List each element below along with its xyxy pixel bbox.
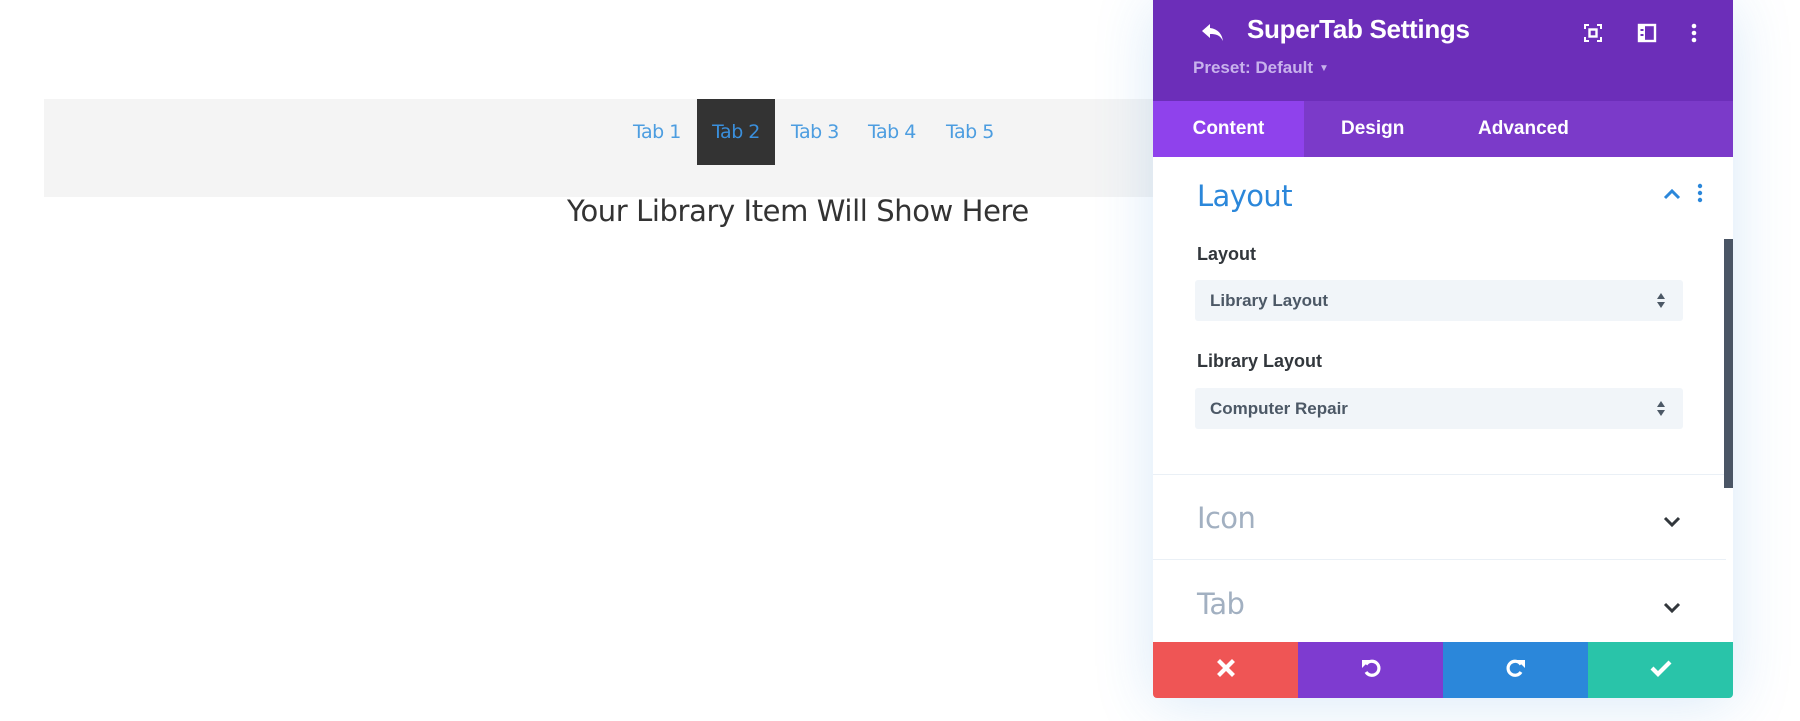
panel-footer [1153, 642, 1733, 698]
tab-advanced[interactable]: Advanced [1478, 101, 1569, 157]
field-label-library-layout: Library Layout [1197, 351, 1323, 371]
section-title-icon[interactable]: Icon [1197, 501, 1256, 535]
save-button[interactable] [1588, 642, 1733, 698]
panel-scrollbar[interactable] [1724, 239, 1733, 488]
preview-tab-4[interactable]: Tab 4 [868, 99, 916, 165]
undo-button[interactable] [1298, 642, 1443, 698]
select-arrows-icon [1656, 292, 1666, 309]
section-divider [1153, 474, 1726, 475]
library-layout-select[interactable]: Computer Repair [1195, 388, 1683, 429]
tab-content[interactable]: Content [1153, 101, 1304, 157]
field-label-layout: Layout [1197, 244, 1257, 264]
redo-icon [1505, 657, 1527, 684]
tab-design[interactable]: Design [1341, 101, 1404, 157]
layout-select-value: Library Layout [1210, 291, 1329, 310]
caret-down-icon: ▼ [1318, 63, 1329, 74]
panel-tabs: Content Design Advanced [1153, 101, 1733, 157]
section-options-icon[interactable] [1696, 183, 1704, 208]
section-divider [1153, 559, 1726, 560]
panel-header: SuperTab Settings Preset: Default ▼ [1153, 0, 1733, 101]
redo-button[interactable] [1443, 642, 1588, 698]
section-title-layout[interactable]: Layout [1197, 179, 1293, 213]
library-item-placeholder: Your Library Item Will Show Here [567, 194, 1029, 228]
panel-title: SuperTab Settings [1247, 14, 1470, 44]
preview-tab-5[interactable]: Tab 5 [946, 99, 994, 165]
fullscreen-icon[interactable] [1580, 20, 1606, 46]
preview-tab-2[interactable]: Tab 2 [697, 99, 775, 165]
close-icon [1216, 658, 1235, 682]
layout-select[interactable]: Library Layout [1195, 280, 1683, 321]
preview-tab-3[interactable]: Tab 3 [791, 99, 839, 165]
panel-content: Layout Layout Library Layout Library Lay… [1153, 157, 1733, 642]
chevron-down-icon[interactable] [1663, 601, 1681, 619]
undo-icon [1360, 657, 1382, 684]
section-title-tab[interactable]: Tab [1197, 587, 1245, 621]
preset-selector[interactable]: Preset: Default ▼ [1193, 58, 1329, 78]
split-view-icon[interactable] [1634, 20, 1660, 46]
settings-panel: SuperTab Settings Preset: Default ▼ Conte… [1153, 0, 1733, 698]
discard-button[interactable] [1153, 642, 1298, 698]
check-icon [1650, 659, 1672, 682]
library-layout-select-value: Computer Repair [1210, 399, 1348, 418]
preset-label: Preset: Default [1193, 58, 1313, 77]
chevron-up-icon[interactable] [1663, 187, 1681, 205]
chevron-down-icon[interactable] [1663, 515, 1681, 533]
more-options-icon[interactable] [1681, 20, 1707, 46]
preview-tab-1[interactable]: Tab 1 [633, 99, 681, 165]
select-arrows-icon [1656, 400, 1666, 417]
back-icon[interactable] [1199, 20, 1227, 46]
